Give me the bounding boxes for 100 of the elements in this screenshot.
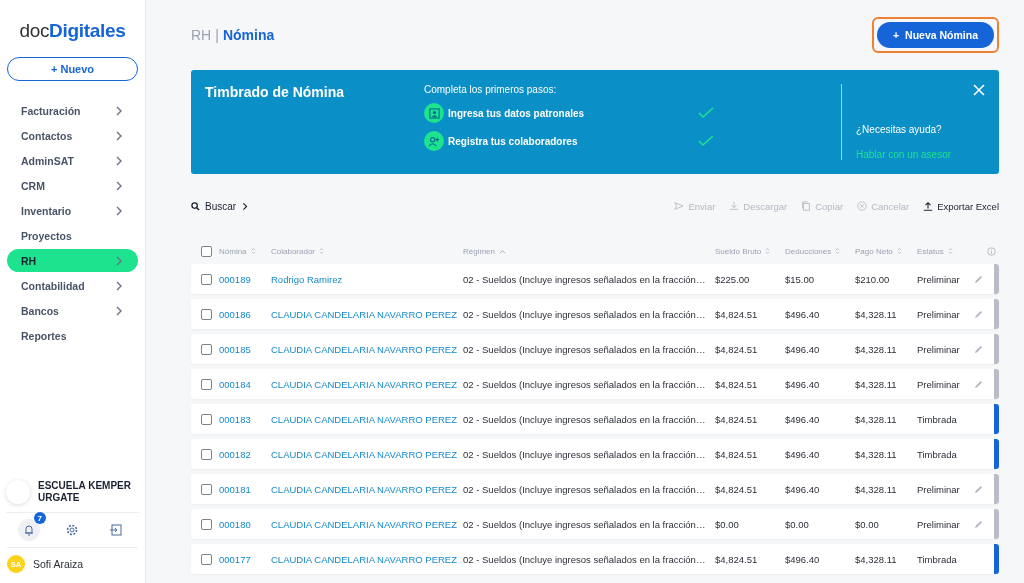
row-checkbox[interactable] xyxy=(201,273,212,285)
sidebar-item[interactable]: CRM xyxy=(7,174,138,197)
row-checkbox[interactable] xyxy=(201,518,212,530)
employee-link[interactable]: CLAUDIA CANDELARIA NAVARRO PEREZ xyxy=(271,308,463,320)
payroll-number-link[interactable]: 000182 xyxy=(219,448,271,460)
table-cell-text: $4,824.51 xyxy=(715,413,759,425)
table-cell-text: $0.00 xyxy=(785,518,810,530)
step-label: Ingresa tus datos patronales xyxy=(448,107,586,119)
column-header[interactable]: Régimen xyxy=(463,246,495,256)
table-row[interactable]: 000181 CLAUDIA CANDELARIA NAVARRO PEREZ 02 - Sueldos (Incluye ingresos señalados en la fracción… $4,824.51 $496.40 $4,328.11 Preliminar xyxy=(191,474,999,504)
banner-title: Timbrado de Nómina xyxy=(205,84,344,100)
status-text: Timbrada xyxy=(917,413,958,425)
row-checkbox[interactable] xyxy=(201,308,212,320)
table-cell-text: $4,328.11 xyxy=(855,448,898,460)
payroll-number-link[interactable]: 000181 xyxy=(219,483,271,495)
table-cell-text: $496.40 xyxy=(785,413,821,425)
row-checkbox[interactable] xyxy=(201,343,212,355)
payroll-number-link[interactable]: 000177 xyxy=(219,553,271,565)
sort-ascending-icon[interactable] xyxy=(499,248,506,254)
table-cell-text: 02 - Sueldos (Incluye ingresos señalados en la fracción… xyxy=(463,413,707,425)
column-header[interactable]: Colaborador xyxy=(271,246,316,256)
download-icon xyxy=(729,201,740,211)
row-checkbox[interactable] xyxy=(201,378,212,390)
search-button[interactable]: Buscar xyxy=(191,200,250,212)
sidebar-item[interactable]: AdminSAT xyxy=(7,149,138,172)
table-cell-text: $4,328.11 xyxy=(855,553,898,565)
employee-link[interactable]: Rodrigo Ramirez xyxy=(271,273,463,285)
sidebar-item[interactable]: Facturación xyxy=(7,99,138,122)
row-checkbox[interactable] xyxy=(201,448,212,460)
new-payroll-button[interactable]: + Nueva Nómina xyxy=(876,22,994,48)
toolbar-button[interactable]: Exportar Excel xyxy=(923,200,999,212)
pencil-icon[interactable] xyxy=(974,274,983,284)
table-cell-text: $496.40 xyxy=(785,378,821,390)
table-cell-text: 02 - Sueldos (Incluye ingresos señalados en la fracción… xyxy=(463,483,707,495)
table-cell-text: $4,328.11 xyxy=(855,483,898,495)
sidebar-item[interactable]: Proyectos xyxy=(7,224,138,247)
step-icon xyxy=(424,103,444,123)
company-name: ESCUELA KEMPER URGATE xyxy=(38,480,132,504)
table-cell-text: $4,824.51 xyxy=(715,448,759,460)
sidebar-item[interactable]: RH xyxy=(7,249,138,272)
sidebar-item[interactable]: Reportes xyxy=(7,324,138,347)
table-row[interactable]: 000189 Rodrigo Ramirez 02 - Sueldos (Incluye ingresos señalados en la fracción… $225.00 $15.00 $210.00 Preliminar xyxy=(191,264,999,294)
bell-icon[interactable] xyxy=(17,519,40,541)
table-row[interactable]: 000180 CLAUDIA CANDELARIA NAVARRO PEREZ 02 - Sueldos (Incluye ingresos señalados en la fracción… $0.00 $0.00 $0.00 Preliminar xyxy=(191,509,999,539)
payroll-number-link[interactable]: 000189 xyxy=(219,273,271,285)
advisor-link[interactable]: Hablar con un asesor xyxy=(856,149,985,160)
pencil-icon[interactable] xyxy=(974,519,983,529)
employee-link[interactable]: CLAUDIA CANDELARIA NAVARRO PEREZ xyxy=(271,553,463,565)
pencil-icon[interactable] xyxy=(974,379,983,389)
table-cell-text: 02 - Sueldos (Incluye ingresos señalados en la fracción… xyxy=(463,448,707,460)
user-name: Sofi Araiza xyxy=(33,558,84,570)
table-row[interactable]: 000183 CLAUDIA CANDELARIA NAVARRO PEREZ 02 - Sueldos (Incluye ingresos señalados en la fracción… $4,824.51 $496.40 $4,328.11 Timbrada xyxy=(191,404,999,434)
employee-link[interactable]: CLAUDIA CANDELARIA NAVARRO PEREZ xyxy=(271,483,463,495)
employee-link[interactable]: CLAUDIA CANDELARIA NAVARRO PEREZ xyxy=(271,413,463,425)
step-icon xyxy=(424,131,444,151)
table-row[interactable]: 000182 CLAUDIA CANDELARIA NAVARRO PEREZ 02 - Sueldos (Incluye ingresos señalados en la fracción… $4,824.51 $496.40 $4,328.11 Timbrada xyxy=(191,439,999,469)
table-row[interactable]: 000177 CLAUDIA CANDELARIA NAVARRO PEREZ 02 - Sueldos (Incluye ingresos señalados en la fracción… $4,824.51 $496.40 $4,328.11 Timbrada xyxy=(191,544,999,574)
sidebar-item[interactable]: Contabilidad xyxy=(7,274,138,297)
info-icon[interactable] xyxy=(987,246,996,256)
table-cell-text: 02 - Sueldos (Incluye ingresos señalados en la fracción… xyxy=(463,343,707,355)
close-icon[interactable] xyxy=(973,84,985,96)
sidebar-item[interactable]: Inventario xyxy=(7,199,138,222)
status-text: Timbrada xyxy=(917,553,958,565)
select-all-checkbox[interactable] xyxy=(201,245,212,257)
payroll-number-link[interactable]: 000185 xyxy=(219,343,271,355)
table-cell-text: $4,328.11 xyxy=(855,413,898,425)
employee-link[interactable]: CLAUDIA CANDELARIA NAVARRO PEREZ xyxy=(271,378,463,390)
status-text: Preliminar xyxy=(917,518,961,530)
column-header[interactable]: Sueldo Bruto xyxy=(715,246,762,256)
pencil-icon[interactable] xyxy=(974,484,983,494)
column-header[interactable]: Nómina xyxy=(219,246,247,256)
breadcrumb-link[interactable]: RH xyxy=(191,27,212,43)
payroll-number-link[interactable]: 000183 xyxy=(219,413,271,425)
status-text: Preliminar xyxy=(917,273,961,285)
table-row[interactable]: 000186 CLAUDIA CANDELARIA NAVARRO PEREZ 02 - Sueldos (Incluye ingresos señalados en la fracción… $4,824.51 $496.40 $4,328.11 Preliminar xyxy=(191,299,999,329)
row-checkbox[interactable] xyxy=(201,483,212,495)
column-header[interactable]: Estatus xyxy=(917,246,944,256)
column-header[interactable]: Deducciones xyxy=(785,246,832,256)
employee-link[interactable]: CLAUDIA CANDELARIA NAVARRO PEREZ xyxy=(271,343,463,355)
payroll-number-link[interactable]: 000180 xyxy=(219,518,271,530)
table-cell-text: $4,824.51 xyxy=(715,343,759,355)
table-row[interactable]: 000184 CLAUDIA CANDELARIA NAVARRO PEREZ 02 - Sueldos (Incluye ingresos señalados en la fracción… $4,824.51 $496.40 $4,328.11 Preliminar xyxy=(191,369,999,399)
sidebar-item[interactable]: Bancos xyxy=(7,299,138,322)
pencil-icon[interactable] xyxy=(974,309,983,319)
new-button[interactable]: + Nuevo xyxy=(7,57,138,81)
sidebar-item[interactable]: Contactos xyxy=(7,124,138,147)
row-checkbox[interactable] xyxy=(201,413,212,425)
help-text: ¿Necesitas ayuda? xyxy=(856,124,943,135)
status-text: Timbrada xyxy=(917,448,958,460)
pencil-icon[interactable] xyxy=(974,344,983,354)
payroll-number-link[interactable]: 000184 xyxy=(219,378,271,390)
employee-link[interactable]: CLAUDIA CANDELARIA NAVARRO PEREZ xyxy=(271,518,463,530)
column-header[interactable]: Pago Neto xyxy=(855,246,893,256)
table-cell-text: 02 - Sueldos (Incluye ingresos señalados en la fracción… xyxy=(463,518,707,530)
table-cell-text: $0.00 xyxy=(715,518,740,530)
table-row[interactable]: 000185 CLAUDIA CANDELARIA NAVARRO PEREZ 02 - Sueldos (Incluye ingresos señalados en la fracción… $4,824.51 $496.40 $4,328.11 Preliminar xyxy=(191,334,999,364)
chevron-right-icon xyxy=(241,201,250,211)
payroll-number-link[interactable]: 000186 xyxy=(219,308,271,320)
row-checkbox[interactable] xyxy=(201,553,212,565)
employee-link[interactable]: CLAUDIA CANDELARIA NAVARRO PEREZ xyxy=(271,448,463,460)
